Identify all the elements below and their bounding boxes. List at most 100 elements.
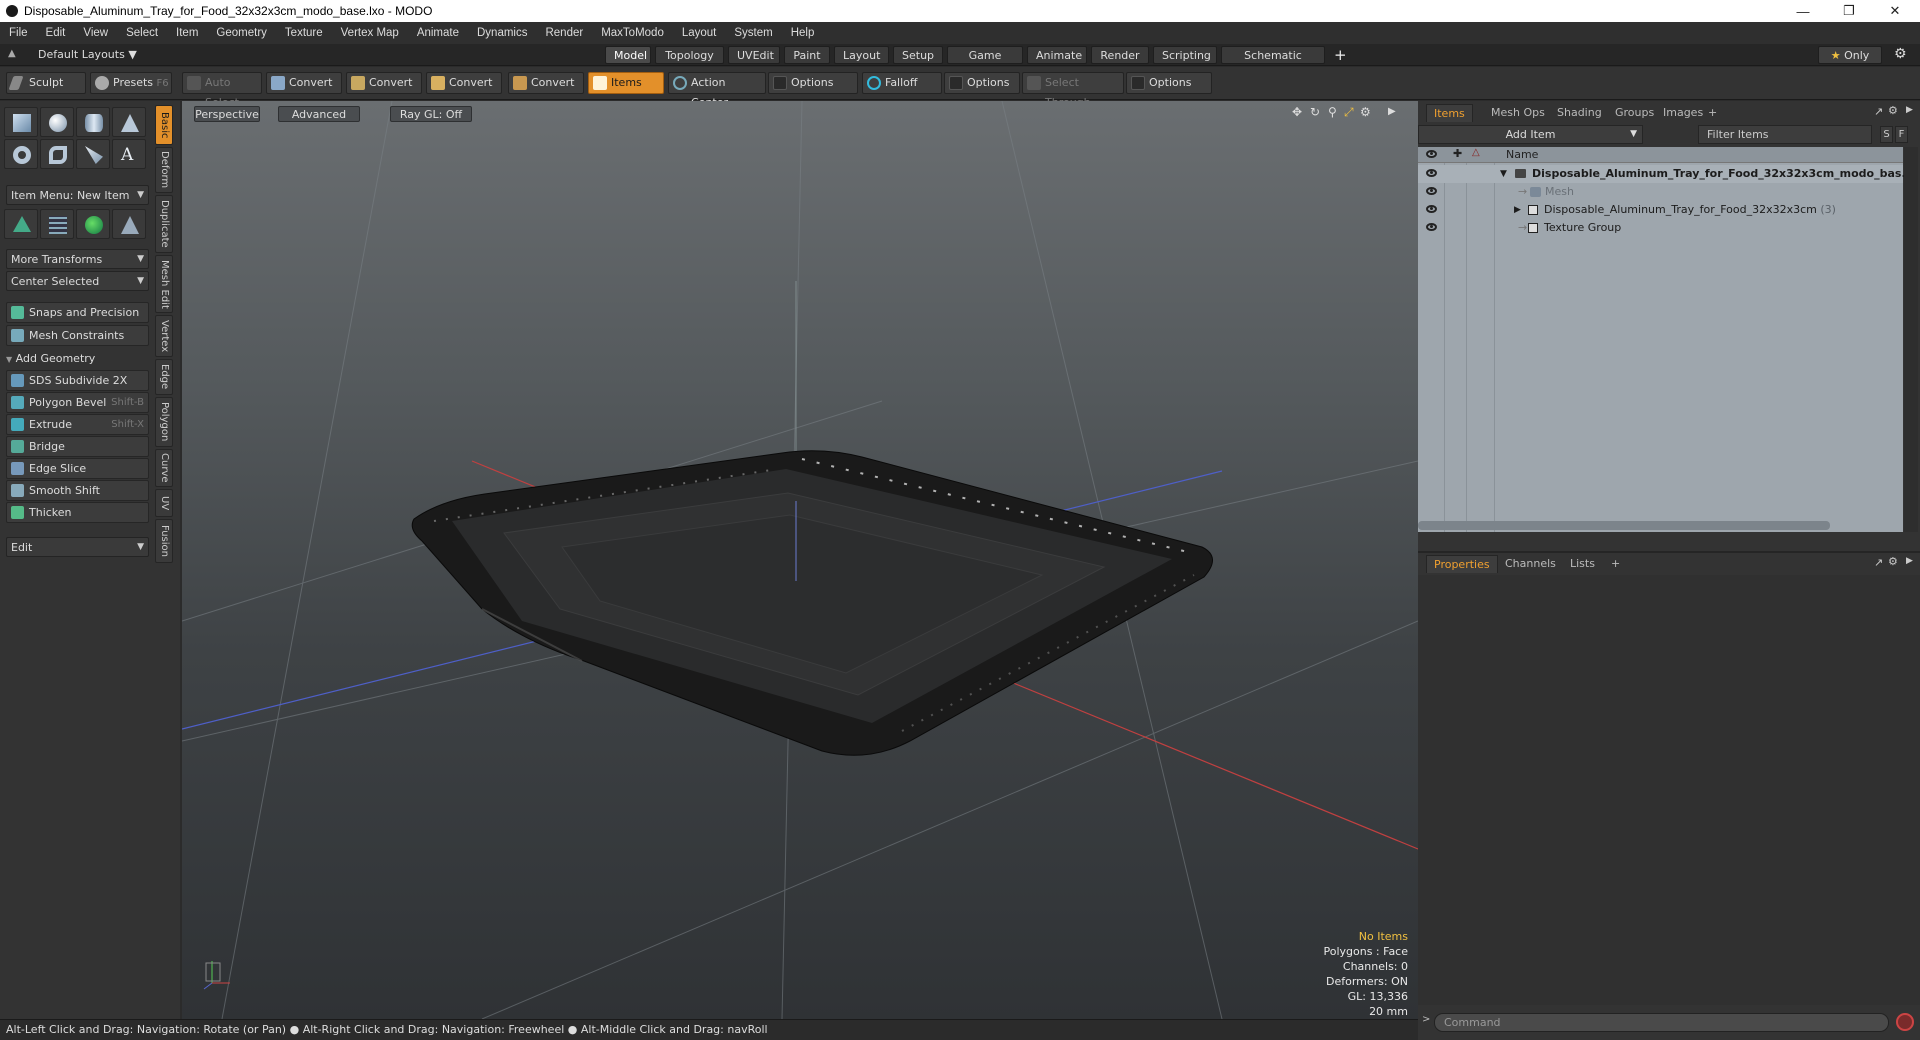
- menu-select[interactable]: Select: [117, 27, 167, 39]
- item-row-texture-group[interactable]: → Texture Group: [1418, 219, 1903, 237]
- panel-gear-icon[interactable]: ⚙: [1888, 104, 1898, 117]
- panel-divider[interactable]: [1418, 551, 1920, 553]
- vtab-curve[interactable]: Curve: [155, 449, 173, 487]
- action-center-button[interactable]: Action Center: [668, 72, 766, 109]
- horizontal-scrollbar[interactable]: [1418, 521, 1830, 530]
- minimize-icon[interactable]: —: [1780, 0, 1826, 22]
- vtab-polygon[interactable]: Polygon: [155, 397, 173, 447]
- vtab-vertex[interactable]: Vertex: [155, 315, 173, 357]
- text-tool-button[interactable]: A: [112, 139, 146, 169]
- raygl-toggle[interactable]: Ray GL: Off: [390, 106, 472, 122]
- menu-dynamics[interactable]: Dynamics: [468, 27, 536, 39]
- command-input[interactable]: Command: [1434, 1013, 1889, 1032]
- transform-button[interactable]: [4, 209, 38, 239]
- menu-item[interactable]: Item: [167, 27, 207, 39]
- bridge-button[interactable]: Bridge: [6, 436, 149, 457]
- mesh-constraints-button[interactable]: Mesh Constraints: [6, 325, 149, 346]
- more-transforms-dropdown[interactable]: More Transforms ▼: [6, 249, 149, 269]
- view-perspective-button[interactable]: Perspective: [194, 106, 260, 122]
- vtab-deform[interactable]: Deform: [155, 147, 173, 193]
- cylinder-primitive-button[interactable]: [76, 107, 110, 137]
- item-row-tray[interactable]: ▶ Disposable_Aluminum_Tray_for_Food_32x3…: [1418, 201, 1903, 219]
- add-tab-button[interactable]: +: [1701, 104, 1724, 122]
- menu-animate[interactable]: Animate: [408, 27, 468, 39]
- tube-primitive-button[interactable]: [40, 139, 74, 169]
- rotate-icon[interactable]: ↻: [1310, 105, 1320, 119]
- torus-primitive-button[interactable]: [4, 139, 38, 169]
- center-selected-dropdown[interactable]: Center Selected ▼: [6, 271, 149, 291]
- tab-paint[interactable]: Paint: [784, 46, 830, 64]
- add-tab-button[interactable]: +: [1604, 555, 1627, 573]
- auto-select-button[interactable]: Auto Select: [182, 72, 262, 109]
- menu-geometry[interactable]: Geometry: [207, 27, 276, 39]
- thicken-button[interactable]: Thicken: [6, 502, 149, 523]
- pyramid-button[interactable]: [112, 209, 146, 239]
- restore-icon[interactable]: ❐: [1826, 0, 1872, 22]
- vtab-mesh-edit[interactable]: Mesh Edit: [155, 255, 173, 313]
- presets-button[interactable]: Presets F6: [90, 72, 172, 94]
- menu-render[interactable]: Render: [536, 27, 592, 39]
- triangle-down-icon[interactable]: ▼: [1500, 165, 1507, 183]
- sculpt-button[interactable]: Sculpt: [6, 72, 86, 94]
- panel-gear-icon[interactable]: ⚙: [1888, 555, 1898, 568]
- item-row-scene[interactable]: ▼ Disposable_Aluminum_Tray_for_Food_32x3…: [1418, 165, 1914, 183]
- maximize-panel-icon[interactable]: ↗: [1874, 556, 1883, 569]
- select-through-button[interactable]: Select Through: [1022, 72, 1124, 109]
- sds-subdivide-button[interactable]: SDS Subdivide 2X: [6, 370, 149, 391]
- edit-dropdown[interactable]: Edit ▼: [6, 537, 149, 557]
- triangle-right-icon[interactable]: ▶: [1514, 201, 1521, 219]
- tab-layout[interactable]: Layout: [834, 46, 889, 64]
- menu-vertex-map[interactable]: Vertex Map: [332, 27, 408, 39]
- add-geometry-header[interactable]: ▼ Add Geometry: [6, 350, 149, 368]
- menu-view[interactable]: View: [74, 27, 117, 39]
- vtab-fusion[interactable]: Fusion: [155, 519, 173, 563]
- panel-expand-icon[interactable]: ▶: [1906, 556, 1913, 566]
- record-icon[interactable]: [1896, 1013, 1914, 1031]
- visibility-eye-icon[interactable]: [1426, 223, 1437, 231]
- tab-properties[interactable]: Properties: [1426, 555, 1498, 573]
- maximize-panel-icon[interactable]: ↗: [1874, 105, 1883, 118]
- vtab-uv[interactable]: UV: [155, 489, 173, 517]
- tab-game-tools[interactable]: Game Tools: [947, 46, 1023, 80]
- tab-items[interactable]: Items: [1426, 104, 1473, 122]
- tab-scripting[interactable]: Scripting: [1153, 46, 1217, 64]
- tab-setup[interactable]: Setup: [893, 46, 943, 64]
- tab-mesh-ops[interactable]: Mesh Ops: [1484, 104, 1552, 122]
- viewport-gear-icon[interactable]: ⚙: [1360, 105, 1371, 119]
- options-button-1[interactable]: Options: [768, 72, 858, 94]
- tab-topology[interactable]: Topology: [655, 46, 724, 64]
- snaps-precision-button[interactable]: Snaps and Precision: [6, 302, 149, 323]
- filter-s-button[interactable]: S: [1880, 126, 1893, 143]
- item-menu-dropdown[interactable]: Item Menu: New Item ▼: [6, 185, 149, 205]
- polygon-bevel-button[interactable]: Polygon Bevel Shift-B: [6, 392, 149, 413]
- smooth-shift-button[interactable]: Smooth Shift: [6, 480, 149, 501]
- grid-button[interactable]: [40, 209, 74, 239]
- pan-icon[interactable]: ✥: [1292, 105, 1302, 119]
- convert-polygons-button[interactable]: Convert: [426, 72, 502, 94]
- tab-render[interactable]: Render: [1091, 46, 1149, 64]
- tab-groups[interactable]: Groups: [1608, 104, 1661, 122]
- extrude-button[interactable]: Extrude Shift-X: [6, 414, 149, 435]
- item-row-mesh[interactable]: → Mesh: [1418, 183, 1903, 201]
- vtab-basic[interactable]: Basic: [155, 105, 173, 145]
- gear-icon[interactable]: ⚙: [1894, 46, 1907, 62]
- convert-edges-button[interactable]: Convert: [346, 72, 422, 94]
- tab-model[interactable]: Model: [605, 46, 651, 64]
- convert-vertices-button[interactable]: Convert: [266, 72, 342, 94]
- close-icon[interactable]: ✕: [1872, 0, 1918, 22]
- menu-file[interactable]: File: [0, 27, 37, 39]
- visibility-eye-icon[interactable]: [1426, 169, 1437, 177]
- vtab-edge[interactable]: Edge: [155, 359, 173, 395]
- panel-expand-icon[interactable]: ▶: [1906, 105, 1913, 115]
- menu-maxtomodo[interactable]: MaxToModo: [592, 27, 673, 39]
- menu-help[interactable]: Help: [782, 27, 824, 39]
- vertical-scrollbar[interactable]: [1904, 147, 1918, 532]
- filter-f-button[interactable]: F: [1895, 126, 1908, 143]
- 3d-viewport[interactable]: Perspective Advanced Ray GL: Off ✥ ↻ ⚲ ⤢…: [182, 101, 1418, 1019]
- zoom-icon[interactable]: ⚲: [1328, 105, 1337, 119]
- tab-uvedit[interactable]: UVEdit: [728, 46, 780, 64]
- menu-layout[interactable]: Layout: [673, 27, 726, 39]
- items-mode-button[interactable]: Items: [588, 72, 664, 94]
- shading-advanced-button[interactable]: Advanced: [278, 106, 360, 122]
- tab-animate[interactable]: Animate: [1027, 46, 1087, 64]
